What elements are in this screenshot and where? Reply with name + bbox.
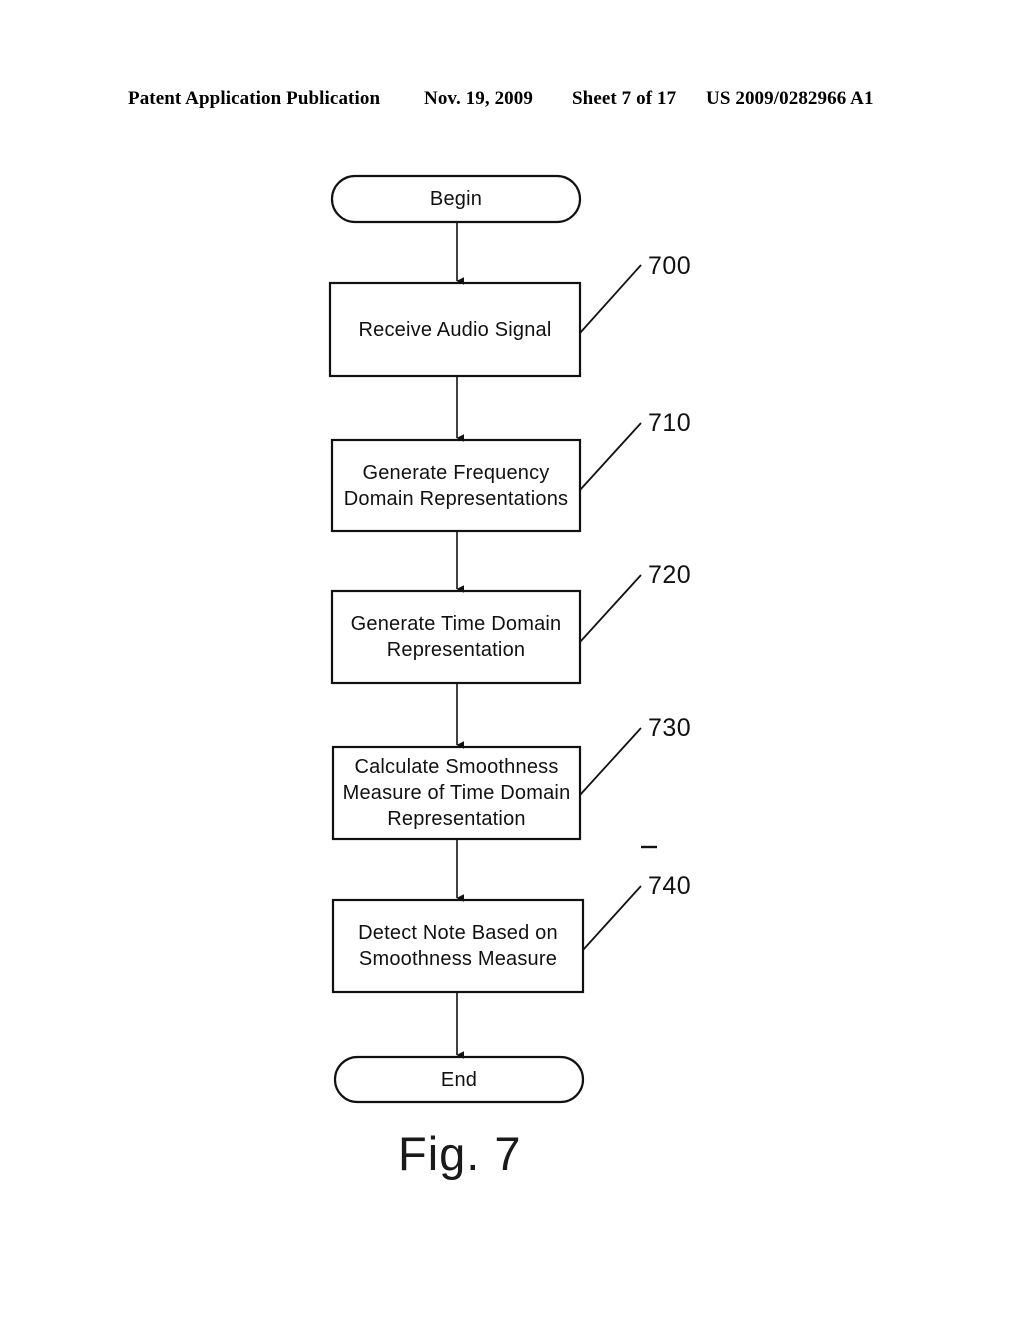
node-receive-audio-signal-shape (328, 281, 582, 378)
leader-line-740 (582, 885, 642, 951)
reference-numeral-730: 730 (648, 714, 692, 742)
node-generate-frequency-domain-representations-shape (330, 438, 582, 533)
leader-line-730 (579, 727, 642, 796)
patent-figure-7: Begin Receive Audio Signal Generate Freq… (0, 0, 1024, 1320)
node-end-shape (333, 1055, 585, 1104)
node-begin-shape (330, 174, 582, 224)
reference-numeral-720: 720 (648, 561, 692, 589)
node-generate-time-domain-representation-shape (330, 589, 582, 685)
node-calculate-smoothness-measure-shape (331, 745, 582, 841)
reference-numeral-700: 700 (648, 252, 692, 280)
node-detect-note-shape (331, 898, 585, 994)
leader-line-710 (579, 422, 642, 491)
flowchart-diagram (328, 174, 657, 1104)
leader-line-700 (579, 264, 642, 334)
figure-caption: Fig. 7 (398, 1127, 522, 1180)
leader-line-720 (579, 574, 642, 643)
reference-numeral-710: 710 (648, 409, 692, 437)
reference-numeral-740: 740 (648, 872, 692, 900)
